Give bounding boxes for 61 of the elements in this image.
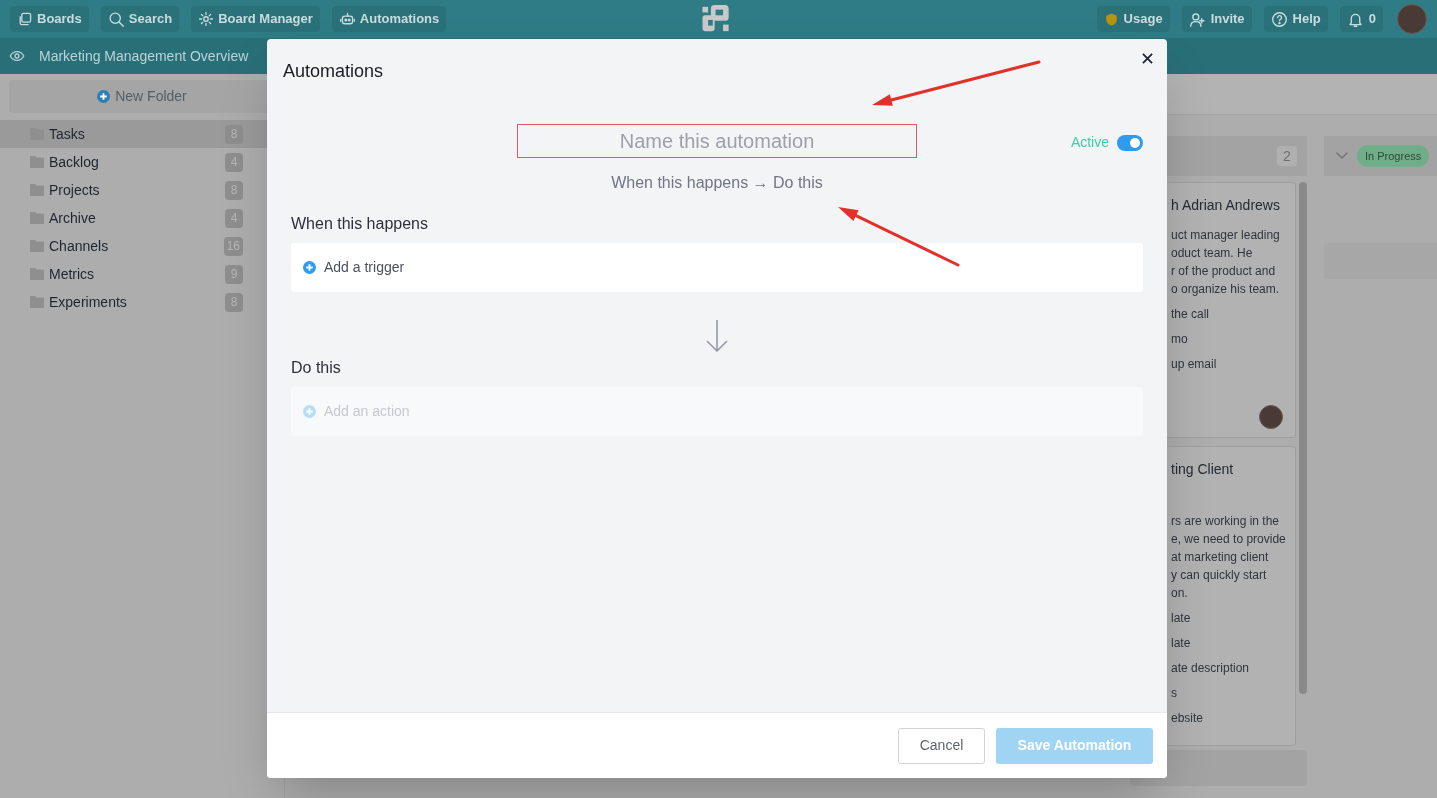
folder-label: Channels: [49, 236, 110, 256]
help-icon: [1270, 10, 1288, 28]
checklist-item: ate description: [1171, 660, 1251, 677]
folder-icon: [30, 184, 44, 196]
checklist-item: late: [1171, 610, 1192, 627]
shield-icon: [1103, 11, 1119, 27]
nav-button[interactable]: Invite: [1181, 6, 1252, 32]
checklist-item: s: [1171, 685, 1178, 702]
nav-button[interactable]: Boards: [10, 6, 89, 32]
eye-icon[interactable]: [9, 48, 25, 64]
copy-icon: [17, 11, 33, 27]
plus-icon: [303, 261, 316, 274]
card-description: uct manager leading oduct team. He r of the product and o organize his team.: [1171, 227, 1281, 298]
folder-label: Projects: [49, 180, 101, 200]
chevron-icon[interactable]: [1336, 152, 1348, 160]
search-icon: [107, 10, 125, 28]
folder-icon: [30, 240, 44, 252]
active-toggle[interactable]: [1117, 134, 1143, 151]
folder-icon: [30, 212, 44, 224]
folder-icon: [30, 156, 44, 168]
nav-button[interactable]: Board Manager: [191, 6, 320, 32]
nav-button[interactable]: Search: [100, 6, 180, 32]
settings-icon: [198, 11, 215, 27]
plus-icon: [97, 90, 111, 103]
add-user-icon: [1188, 10, 1206, 28]
folder-label: Archive: [49, 208, 97, 228]
nav-button[interactable]: Automations: [331, 6, 447, 32]
folder-label: Backlog: [49, 152, 100, 172]
checklist-item: up email: [1171, 356, 1218, 373]
checklist-item: late: [1171, 635, 1192, 652]
name-field[interactable]: Name this automation: [517, 124, 917, 158]
plus-icon: [303, 405, 316, 418]
logo-icon[interactable]: [702, 5, 731, 33]
nav-button[interactable]: Usage: [1096, 6, 1170, 32]
cancel-button[interactable]: Cancel: [898, 727, 985, 764]
checklist-item: the call: [1171, 306, 1211, 323]
status-badge: In Progress: [1357, 145, 1430, 167]
close-icon: [1141, 52, 1153, 64]
section-heading: When this happens: [291, 214, 429, 234]
down-arrow-icon: [705, 319, 729, 353]
add-trigger-button[interactable]: Add a trigger: [291, 243, 1143, 292]
folder-label: Metrics: [49, 264, 96, 284]
folder-label: Experiments: [49, 292, 128, 312]
scrollbar[interactable]: [1299, 182, 1307, 694]
notifications-button[interactable]: 0: [1339, 6, 1383, 32]
count-badge: 2: [1277, 146, 1297, 166]
board-title: Marketing Management Overview: [39, 46, 249, 66]
dialog-title: Automations: [283, 60, 384, 83]
card-title: ting Client: [1171, 460, 1235, 479]
folder-icon: [30, 268, 44, 280]
card-title: h Adrian Andrews: [1171, 196, 1281, 215]
avatar: [1397, 4, 1427, 34]
folder-icon: [30, 296, 44, 308]
nav-button[interactable]: Help: [1263, 6, 1328, 32]
card-description: rs are working in the e, we need to provide at marketing client y can quickly start on.: [1171, 513, 1287, 602]
section-heading: Do this: [291, 358, 342, 378]
active-label: Active: [1070, 133, 1109, 152]
folder-label: Tasks: [49, 124, 86, 144]
flow-hint: When this happens → Do this: [611, 174, 823, 191]
checklist-item: mo: [1171, 331, 1189, 348]
checklist-item: ebsite: [1171, 710, 1205, 727]
